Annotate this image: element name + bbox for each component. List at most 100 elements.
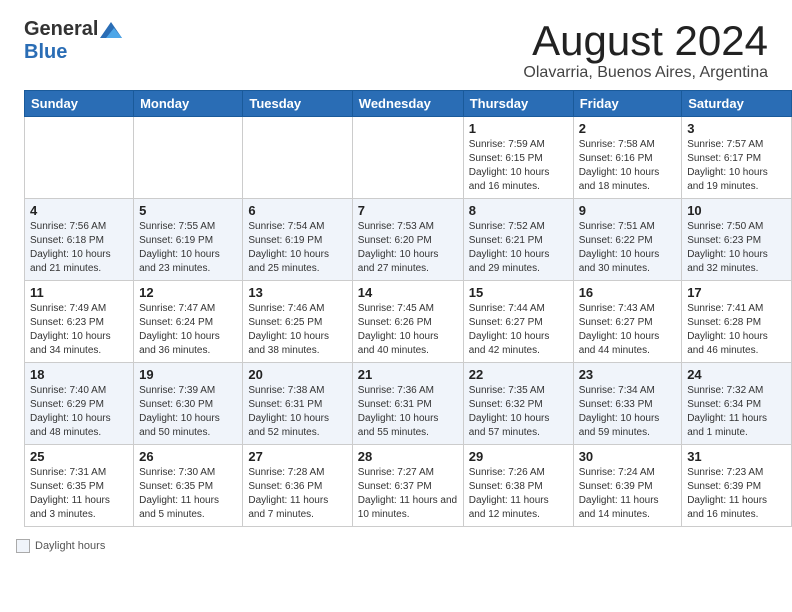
day-number: 8 (469, 203, 568, 218)
day-number: 22 (469, 367, 568, 382)
day-info: Sunrise: 7:58 AM Sunset: 6:16 PM Dayligh… (579, 138, 677, 194)
calendar-day-cell: 30 Sunrise: 7:24 AM Sunset: 6:39 PM Dayli… (573, 445, 682, 527)
calendar-day-cell: 1Sunrise: 7:59 AM Sunset: 6:15 PM Daylig… (463, 117, 573, 199)
day-number: 26 (139, 449, 237, 464)
calendar-day-cell (352, 117, 463, 199)
header: General Blue August 2024 Olavarria, Buen… (0, 0, 792, 90)
calendar-week-row: 4 Sunrise: 7:56 AM Sunset: 6:18 PM Daylig… (25, 199, 792, 281)
month-year-title: August 2024 (523, 18, 768, 64)
calendar-table: SundayMondayTuesdayWednesdayThursdayFrid… (24, 90, 792, 527)
day-number: 16 (579, 285, 677, 300)
day-number: 6 (248, 203, 346, 218)
logo-blue-text: Blue (24, 41, 67, 63)
calendar-day-cell (134, 117, 243, 199)
calendar-day-cell: 7 Sunrise: 7:53 AM Sunset: 6:20 PM Daylig… (352, 199, 463, 281)
calendar-day-cell: 9Sunrise: 7:51 AM Sunset: 6:22 PM Daylig… (573, 199, 682, 281)
day-info: Sunrise: 7:52 AM Sunset: 6:21 PM Dayligh… (469, 220, 568, 276)
calendar-day-cell: 16 Sunrise: 7:43 AM Sunset: 6:27 PM Dayli… (573, 281, 682, 363)
day-number: 25 (30, 449, 128, 464)
day-info: Sunrise: 7:34 AM Sunset: 6:33 PM Dayligh… (579, 384, 677, 440)
calendar-day-cell: 17 Sunrise: 7:41 AM Sunset: 6:28 PM Dayli… (682, 281, 792, 363)
day-info: Sunrise: 7:54 AM Sunset: 6:19 PM Dayligh… (248, 220, 346, 276)
day-number: 17 (687, 285, 786, 300)
calendar-day-cell: 11 Sunrise: 7:49 AM Sunset: 6:23 PM Dayli… (25, 281, 134, 363)
calendar-header-cell: Friday (573, 91, 682, 117)
day-number: 13 (248, 285, 346, 300)
calendar-week-row: 25 Sunrise: 7:31 AM Sunset: 6:35 PM Dayli… (25, 445, 792, 527)
day-info: Sunrise: 7:24 AM Sunset: 6:39 PM Dayligh… (579, 466, 677, 522)
day-number: 18 (30, 367, 128, 382)
calendar-day-cell: 6 Sunrise: 7:54 AM Sunset: 6:19 PM Daylig… (243, 199, 352, 281)
day-info: Sunrise: 7:55 AM Sunset: 6:19 PM Dayligh… (139, 220, 237, 276)
day-info: Sunrise: 7:46 AM Sunset: 6:25 PM Dayligh… (248, 302, 346, 358)
day-info: Sunrise: 7:23 AM Sunset: 6:39 PM Dayligh… (687, 466, 786, 522)
day-number: 30 (579, 449, 677, 464)
day-number: 24 (687, 367, 786, 382)
day-number: 23 (579, 367, 677, 382)
calendar-header-row: SundayMondayTuesdayWednesdayThursdayFrid… (25, 91, 792, 117)
calendar-day-cell: 4 Sunrise: 7:56 AM Sunset: 6:18 PM Daylig… (25, 199, 134, 281)
calendar-week-row: 18 Sunrise: 7:40 AM Sunset: 6:29 PM Dayli… (25, 363, 792, 445)
day-number: 31 (687, 449, 786, 464)
calendar-header-cell: Wednesday (352, 91, 463, 117)
day-info: Sunrise: 7:47 AM Sunset: 6:24 PM Dayligh… (139, 302, 237, 358)
day-number: 7 (358, 203, 458, 218)
day-number: 9 (579, 203, 677, 218)
logo-icon (100, 22, 122, 38)
day-info: Sunrise: 7:36 AM Sunset: 6:31 PM Dayligh… (358, 384, 458, 440)
calendar-day-cell: 21Sunrise: 7:36 AM Sunset: 6:31 PM Dayli… (352, 363, 463, 445)
day-number: 2 (579, 121, 677, 136)
calendar-day-cell: 27 Sunrise: 7:28 AM Sunset: 6:36 PM Dayli… (243, 445, 352, 527)
calendar-day-cell: 8 Sunrise: 7:52 AM Sunset: 6:21 PM Daylig… (463, 199, 573, 281)
day-number: 20 (248, 367, 346, 382)
calendar-header-cell: Tuesday (243, 91, 352, 117)
day-info: Sunrise: 7:28 AM Sunset: 6:36 PM Dayligh… (248, 466, 346, 522)
day-number: 1 (469, 121, 568, 136)
day-number: 19 (139, 367, 237, 382)
day-number: 10 (687, 203, 786, 218)
calendar-day-cell: 22Sunrise: 7:35 AM Sunset: 6:32 PM Dayli… (463, 363, 573, 445)
calendar-day-cell: 15Sunrise: 7:44 AM Sunset: 6:27 PM Dayli… (463, 281, 573, 363)
legend-box (16, 539, 30, 553)
calendar-header-cell: Thursday (463, 91, 573, 117)
day-info: Sunrise: 7:38 AM Sunset: 6:31 PM Dayligh… (248, 384, 346, 440)
day-info: Sunrise: 7:27 AM Sunset: 6:37 PM Dayligh… (358, 466, 458, 522)
calendar-body: 1Sunrise: 7:59 AM Sunset: 6:15 PM Daylig… (25, 117, 792, 527)
day-info: Sunrise: 7:56 AM Sunset: 6:18 PM Dayligh… (30, 220, 128, 276)
day-number: 14 (358, 285, 458, 300)
day-info: Sunrise: 7:41 AM Sunset: 6:28 PM Dayligh… (687, 302, 786, 358)
calendar-day-cell: 31 Sunrise: 7:23 AM Sunset: 6:39 PM Dayli… (682, 445, 792, 527)
day-info: Sunrise: 7:39 AM Sunset: 6:30 PM Dayligh… (139, 384, 237, 440)
day-number: 11 (30, 285, 128, 300)
day-number: 4 (30, 203, 128, 218)
day-info: Sunrise: 7:49 AM Sunset: 6:23 PM Dayligh… (30, 302, 128, 358)
calendar-day-cell: 18 Sunrise: 7:40 AM Sunset: 6:29 PM Dayli… (25, 363, 134, 445)
day-number: 29 (469, 449, 568, 464)
day-number: 15 (469, 285, 568, 300)
day-info: Sunrise: 7:31 AM Sunset: 6:35 PM Dayligh… (30, 466, 128, 522)
day-info: Sunrise: 7:26 AM Sunset: 6:38 PM Dayligh… (469, 466, 568, 522)
calendar-day-cell: 13 Sunrise: 7:46 AM Sunset: 6:25 PM Dayli… (243, 281, 352, 363)
calendar-wrapper: SundayMondayTuesdayWednesdayThursdayFrid… (0, 90, 792, 535)
calendar-day-cell: 29 Sunrise: 7:26 AM Sunset: 6:38 PM Dayli… (463, 445, 573, 527)
calendar-day-cell: 5Sunrise: 7:55 AM Sunset: 6:19 PM Daylig… (134, 199, 243, 281)
day-number: 3 (687, 121, 786, 136)
logo: General Blue (24, 18, 122, 64)
calendar-day-cell: 3 Sunrise: 7:57 AM Sunset: 6:17 PM Daylig… (682, 117, 792, 199)
calendar-day-cell: 20 Sunrise: 7:38 AM Sunset: 6:31 PM Dayli… (243, 363, 352, 445)
calendar-week-row: 11 Sunrise: 7:49 AM Sunset: 6:23 PM Dayli… (25, 281, 792, 363)
logo-general-text: General (24, 18, 98, 41)
day-info: Sunrise: 7:57 AM Sunset: 6:17 PM Dayligh… (687, 138, 786, 194)
day-info: Sunrise: 7:30 AM Sunset: 6:35 PM Dayligh… (139, 466, 237, 522)
day-info: Sunrise: 7:53 AM Sunset: 6:20 PM Dayligh… (358, 220, 458, 276)
calendar-day-cell: 19 Sunrise: 7:39 AM Sunset: 6:30 PM Dayli… (134, 363, 243, 445)
day-number: 27 (248, 449, 346, 464)
day-info: Sunrise: 7:45 AM Sunset: 6:26 PM Dayligh… (358, 302, 458, 358)
location-subtitle: Olavarria, Buenos Aires, Argentina (523, 64, 768, 82)
day-info: Sunrise: 7:32 AM Sunset: 6:34 PM Dayligh… (687, 384, 786, 440)
calendar-day-cell: 14 Sunrise: 7:45 AM Sunset: 6:26 PM Dayli… (352, 281, 463, 363)
day-info: Sunrise: 7:43 AM Sunset: 6:27 PM Dayligh… (579, 302, 677, 358)
day-info: Sunrise: 7:40 AM Sunset: 6:29 PM Dayligh… (30, 384, 128, 440)
calendar-day-cell: 23 Sunrise: 7:34 AM Sunset: 6:33 PM Dayli… (573, 363, 682, 445)
title-block: August 2024 Olavarria, Buenos Aires, Arg… (523, 18, 768, 82)
